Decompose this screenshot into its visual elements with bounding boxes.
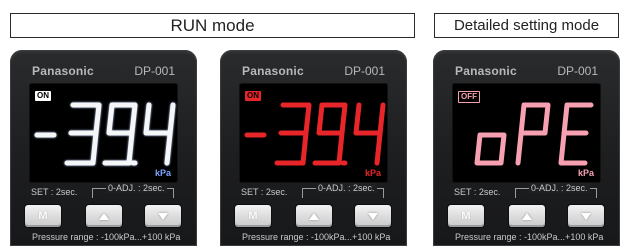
lcd-display: ON kPa — [239, 83, 388, 183]
down-button[interactable] — [145, 205, 181, 227]
brand-label: Panasonic — [242, 64, 304, 78]
pressure-range-label: Pressure range : -100kPa...+100 kPa — [32, 232, 181, 242]
mode-button[interactable]: M — [448, 205, 484, 227]
model-label: DP-001 — [134, 64, 175, 78]
down-triangle-icon — [158, 212, 168, 220]
zero-adjust-label: 0-ADJ. : 2sec. — [316, 183, 377, 193]
brand-label: Panasonic — [32, 64, 94, 78]
detailed-setting-mode-header: Detailed setting mode — [434, 13, 619, 38]
up-button[interactable] — [509, 205, 545, 227]
pressure-sensor-device-run-red: Panasonic DP-001 ON kPa SET : 2sec. 0-AD… — [220, 50, 407, 246]
up-triangle-icon — [309, 212, 319, 220]
zero-adjust-label: 0-ADJ. : 2sec. — [529, 183, 590, 193]
up-button[interactable] — [296, 205, 332, 227]
mode-button-label: M — [461, 210, 471, 222]
set-instruction-label: SET : 2sec. — [454, 187, 501, 197]
unit-label: kPa — [364, 168, 381, 178]
set-instruction-label: SET : 2sec. — [241, 187, 288, 197]
unit-label: kPa — [577, 168, 594, 178]
zero-adjust-label: 0-ADJ. : 2sec. — [106, 183, 167, 193]
pressure-sensor-device-detailed-setting: Panasonic DP-001 OFF kPa SET : 2sec. 0-A… — [433, 50, 620, 246]
set-instruction-label: SET : 2sec. — [31, 187, 78, 197]
digit-group — [34, 102, 176, 166]
down-button[interactable] — [568, 205, 604, 227]
model-label: DP-001 — [344, 64, 385, 78]
down-button[interactable] — [355, 205, 391, 227]
mode-button-label: M — [38, 210, 48, 222]
pressure-sensor-device-run-white: Panasonic DP-001 ON kPa SET : 2sec. 0-AD… — [10, 50, 197, 246]
mode-button[interactable]: M — [235, 205, 271, 227]
mode-button[interactable]: M — [25, 205, 61, 227]
run-mode-label: RUN mode — [170, 15, 255, 35]
run-mode-header: RUN mode — [10, 13, 415, 38]
detailed-setting-mode-label: Detailed setting mode — [453, 17, 600, 34]
brand-label: Panasonic — [455, 64, 517, 78]
digit-group — [474, 102, 594, 166]
up-triangle-icon — [522, 212, 532, 220]
lcd-display: ON kPa — [29, 83, 178, 183]
unit-label: kPa — [154, 168, 171, 178]
lcd-display: OFF kPa — [452, 83, 601, 183]
mode-button-label: M — [248, 210, 258, 222]
up-triangle-icon — [99, 212, 109, 220]
pressure-range-label: Pressure range : -100kPa...+100 kPa — [242, 232, 391, 242]
digit-group — [244, 102, 386, 166]
down-triangle-icon — [368, 212, 378, 220]
down-triangle-icon — [581, 212, 591, 220]
pressure-range-label: Pressure range : -100kPa...+100 kPa — [455, 232, 604, 242]
model-label: DP-001 — [557, 64, 598, 78]
up-button[interactable] — [86, 205, 122, 227]
